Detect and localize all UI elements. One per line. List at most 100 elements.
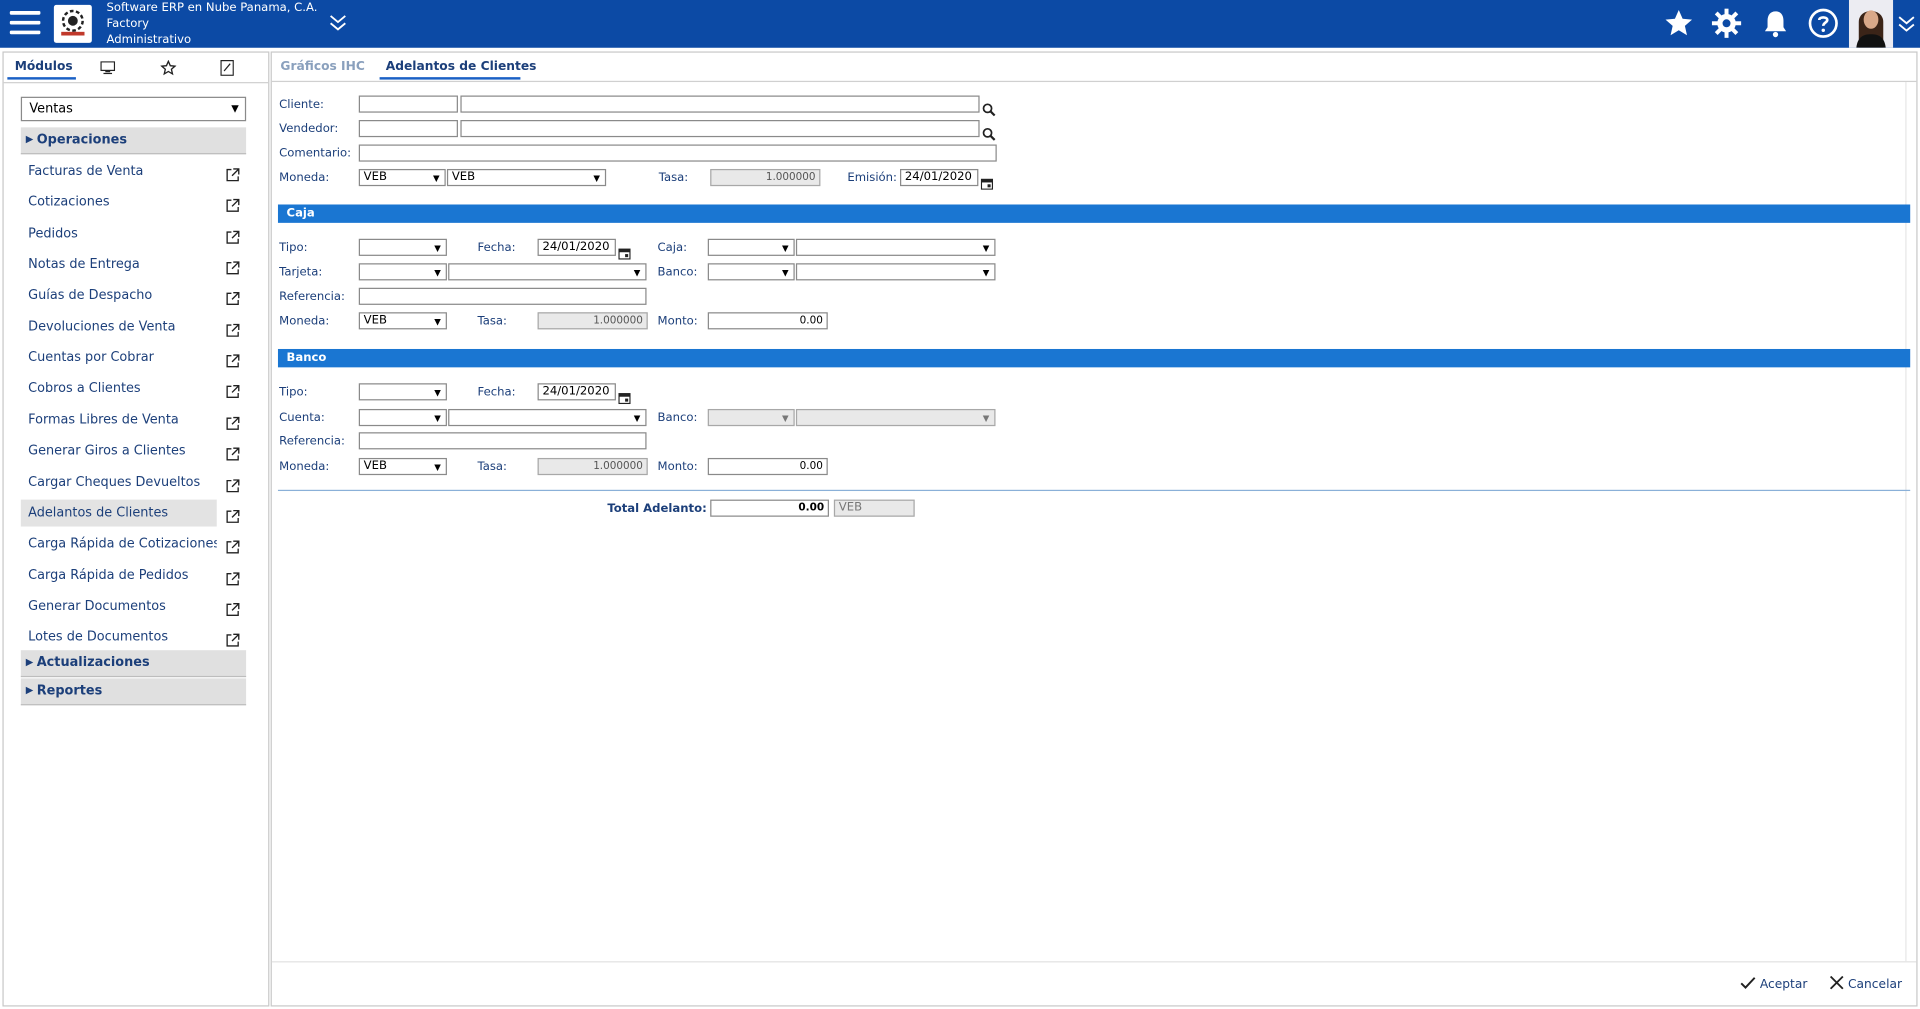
comentario-input[interactable] bbox=[358, 144, 997, 162]
accept-button[interactable]: Aceptar bbox=[1740, 976, 1807, 992]
expand-chevron-icon[interactable] bbox=[328, 12, 348, 36]
vendedor-name-input[interactable] bbox=[460, 120, 980, 138]
open-external-icon[interactable] bbox=[225, 536, 240, 554]
menu-item[interactable]: Cotizaciones bbox=[21, 189, 217, 216]
caja-code-select[interactable]: ▼ bbox=[707, 238, 795, 256]
emision-date-input[interactable]: 24/01/2020 bbox=[900, 168, 979, 187]
open-external-icon[interactable] bbox=[225, 506, 240, 523]
user-role: Administrativo bbox=[106, 33, 192, 47]
open-external-icon[interactable] bbox=[225, 475, 240, 493]
moneda-code-select[interactable]: VEB ▼ bbox=[358, 168, 446, 187]
tarjeta-code-select[interactable]: ▼ bbox=[358, 263, 447, 281]
tab-adelantos-clientes[interactable]: Adelantos de Clientes bbox=[386, 60, 537, 73]
menu-item[interactable]: Generar Documentos bbox=[21, 593, 217, 620]
moneda-name-select[interactable]: VEB ▼ bbox=[446, 168, 607, 187]
caja-caja-label: Caja: bbox=[657, 241, 688, 255]
menu-item[interactable]: Facturas de Venta bbox=[21, 158, 217, 185]
checkmark-icon bbox=[1740, 977, 1756, 989]
section-operaciones[interactable]: ▶ Operaciones bbox=[20, 127, 247, 155]
open-external-icon[interactable] bbox=[225, 227, 240, 244]
vendedor-code-input[interactable] bbox=[358, 120, 458, 138]
menu-item[interactable]: Lotes de Documentos bbox=[21, 623, 217, 650]
open-external-icon[interactable] bbox=[225, 195, 240, 212]
caja-tasa-input: 1.000000 bbox=[537, 312, 648, 330]
notes-document-icon[interactable] bbox=[220, 60, 234, 80]
menu-item[interactable]: Devoluciones de Venta bbox=[21, 313, 217, 340]
cancel-label: Cancelar bbox=[1847, 978, 1903, 992]
menu-item[interactable]: Cobros a Clientes bbox=[21, 375, 217, 402]
caja-referencia-input[interactable] bbox=[358, 287, 647, 305]
menu-item[interactable]: Carga Rápida de Cotizaciones bbox=[21, 530, 217, 557]
active-tab-indicator bbox=[7, 77, 76, 80]
help-icon[interactable] bbox=[1807, 7, 1839, 39]
dropdown-caret-icon: ▼ bbox=[982, 413, 990, 424]
favorites-star-icon[interactable] bbox=[1663, 7, 1695, 39]
caja-tipo-select[interactable]: ▼ bbox=[358, 238, 447, 256]
user-avatar[interactable] bbox=[1848, 0, 1894, 48]
caja-fecha-input[interactable]: 24/01/2020 bbox=[537, 238, 616, 256]
banco-tipo-select[interactable]: ▼ bbox=[358, 383, 447, 401]
calendar-icon[interactable] bbox=[980, 171, 994, 190]
menu-item[interactable]: Cargar Cheques Devueltos bbox=[21, 469, 217, 496]
open-external-icon[interactable] bbox=[225, 320, 240, 337]
notifications-bell-icon[interactable] bbox=[1760, 7, 1792, 39]
caja-tasa-label: Tasa: bbox=[477, 314, 507, 329]
menu-item[interactable]: Notas de Entrega bbox=[21, 251, 217, 278]
cliente-name-input[interactable] bbox=[460, 95, 980, 113]
cuenta-name-select[interactable]: ▼ bbox=[448, 408, 647, 427]
top-bar: Software ERP en Nube Panama, C.A. Factor… bbox=[0, 0, 1920, 48]
menu-item[interactable]: Pedidos bbox=[21, 220, 217, 247]
menu-item[interactable]: Guías de Despacho bbox=[21, 282, 217, 309]
section-actualizaciones-label: Actualizaciones bbox=[36, 655, 150, 670]
open-external-icon[interactable] bbox=[225, 629, 240, 647]
open-external-icon[interactable] bbox=[225, 568, 240, 586]
banco-referencia-label: Referencia: bbox=[279, 434, 345, 449]
calendar-icon[interactable] bbox=[618, 241, 631, 260]
caja-name-select[interactable]: ▼ bbox=[795, 238, 996, 256]
tab-modulos[interactable]: Módulos bbox=[15, 60, 73, 73]
open-external-icon[interactable] bbox=[225, 164, 240, 182]
open-external-icon[interactable] bbox=[225, 599, 240, 616]
active-tab-indicator bbox=[379, 77, 521, 80]
open-external-icon[interactable] bbox=[225, 257, 240, 275]
open-external-icon[interactable] bbox=[225, 443, 240, 461]
banco-moneda-select[interactable]: VEB ▼ bbox=[358, 457, 447, 476]
dropdown-caret-icon: ▼ bbox=[434, 388, 441, 398]
open-external-icon[interactable] bbox=[225, 381, 240, 399]
banco-monto-input[interactable]: 0.00 bbox=[707, 457, 828, 476]
section-reportes[interactable]: ▶ Reportes bbox=[20, 678, 247, 706]
expand-triangle-icon: ▶ bbox=[25, 133, 34, 145]
caja-monto-input[interactable]: 0.00 bbox=[707, 312, 828, 330]
menu-item[interactable]: Carga Rápida de Pedidos bbox=[21, 562, 217, 589]
total-adelanto-value: 0.00 bbox=[710, 499, 829, 517]
caja-banco-name-select[interactable]: ▼ bbox=[795, 263, 996, 281]
module-select[interactable]: Ventas ▼ bbox=[20, 96, 247, 122]
menu-item[interactable]: Formas Libres de Venta bbox=[21, 407, 217, 434]
banco-referencia-input[interactable] bbox=[358, 432, 647, 450]
tab-graficos-ihc[interactable]: Gráficos IHC bbox=[280, 60, 364, 73]
hamburger-menu-icon[interactable] bbox=[9, 11, 41, 35]
cuenta-code-select[interactable]: ▼ bbox=[358, 408, 447, 427]
caja-banco-code-select[interactable]: ▼ bbox=[707, 263, 795, 281]
menu-item[interactable]: Cuentas por Cobrar bbox=[21, 344, 217, 371]
dropdown-caret-icon: ▼ bbox=[633, 413, 641, 424]
tasa-input: 1.000000 bbox=[710, 168, 821, 187]
menu-item[interactable]: Adelantos de Clientes bbox=[20, 499, 217, 527]
monitor-icon[interactable] bbox=[100, 61, 116, 78]
open-external-icon[interactable] bbox=[225, 350, 240, 368]
calendar-icon[interactable] bbox=[618, 386, 631, 405]
search-cliente-icon[interactable] bbox=[982, 98, 996, 117]
banco-fecha-input[interactable]: 24/01/2020 bbox=[537, 383, 616, 401]
open-external-icon[interactable] bbox=[225, 288, 240, 305]
cancel-button[interactable]: Cancelar bbox=[1829, 975, 1903, 992]
caja-moneda-select[interactable]: VEB ▼ bbox=[358, 312, 447, 330]
cliente-code-input[interactable] bbox=[358, 95, 458, 113]
menu-item[interactable]: Generar Giros a Clientes bbox=[21, 437, 217, 464]
section-actualizaciones[interactable]: ▶ Actualizaciones bbox=[20, 650, 247, 678]
search-vendedor-icon[interactable] bbox=[982, 122, 996, 141]
favorites-tab-star-icon[interactable] bbox=[160, 59, 177, 80]
tarjeta-name-select[interactable]: ▼ bbox=[448, 263, 647, 281]
open-external-icon[interactable] bbox=[225, 413, 240, 430]
settings-gear-icon[interactable] bbox=[1711, 7, 1743, 39]
user-menu-chevron-icon[interactable] bbox=[1897, 13, 1917, 37]
